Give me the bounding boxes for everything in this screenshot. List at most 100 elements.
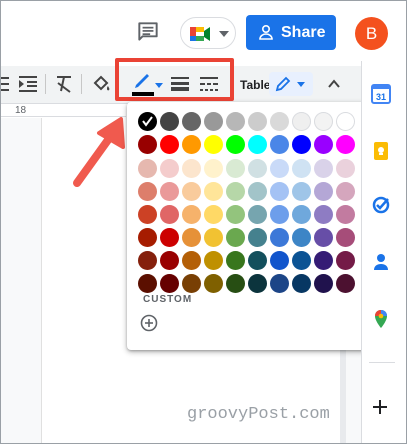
color-swatch[interactable] bbox=[336, 112, 355, 131]
color-swatch[interactable] bbox=[226, 159, 245, 178]
color-swatch[interactable] bbox=[292, 251, 311, 270]
color-swatch[interactable] bbox=[160, 135, 179, 154]
color-swatch[interactable] bbox=[226, 274, 245, 293]
color-swatch[interactable] bbox=[138, 228, 157, 247]
add-icon[interactable] bbox=[370, 397, 390, 417]
color-swatch[interactable] bbox=[336, 274, 355, 293]
color-swatch[interactable] bbox=[336, 159, 355, 178]
color-swatch[interactable] bbox=[314, 135, 333, 154]
color-swatch[interactable] bbox=[270, 205, 289, 224]
color-swatch[interactable] bbox=[336, 205, 355, 224]
color-swatch[interactable] bbox=[138, 274, 157, 293]
maps-icon[interactable] bbox=[371, 309, 391, 329]
meet-button[interactable] bbox=[180, 17, 236, 49]
color-swatch[interactable] bbox=[270, 228, 289, 247]
color-swatch[interactable] bbox=[292, 159, 311, 178]
color-swatch[interactable] bbox=[138, 182, 157, 201]
color-swatch[interactable] bbox=[248, 274, 267, 293]
color-swatch[interactable] bbox=[270, 274, 289, 293]
editing-mode-button[interactable] bbox=[269, 72, 313, 96]
color-swatch[interactable] bbox=[292, 228, 311, 247]
color-swatch[interactable] bbox=[314, 205, 333, 224]
color-swatch[interactable] bbox=[270, 112, 289, 131]
color-swatch[interactable] bbox=[226, 205, 245, 224]
color-swatch[interactable] bbox=[182, 135, 201, 154]
color-swatch[interactable] bbox=[248, 159, 267, 178]
color-swatch[interactable] bbox=[204, 228, 223, 247]
app-window: Share B Table 18 CUSTOM 31 groovyPost.co… bbox=[0, 0, 407, 444]
color-swatch[interactable] bbox=[248, 205, 267, 224]
color-swatch[interactable] bbox=[204, 135, 223, 154]
color-swatch[interactable] bbox=[160, 182, 179, 201]
color-swatch[interactable] bbox=[292, 182, 311, 201]
color-swatch[interactable] bbox=[226, 182, 245, 201]
table-options-label[interactable]: Table bbox=[240, 78, 270, 92]
color-swatch[interactable] bbox=[204, 159, 223, 178]
color-swatch[interactable] bbox=[182, 182, 201, 201]
color-swatch[interactable] bbox=[204, 251, 223, 270]
color-swatch[interactable] bbox=[336, 182, 355, 201]
color-swatch[interactable] bbox=[226, 228, 245, 247]
color-swatch[interactable] bbox=[160, 251, 179, 270]
chevron-up-icon[interactable] bbox=[327, 77, 341, 91]
color-swatch[interactable] bbox=[138, 112, 157, 131]
color-swatch[interactable] bbox=[292, 274, 311, 293]
color-swatch[interactable] bbox=[314, 112, 333, 131]
color-swatch[interactable] bbox=[248, 251, 267, 270]
color-swatch[interactable] bbox=[226, 135, 245, 154]
avatar[interactable]: B bbox=[355, 17, 388, 50]
color-swatch[interactable] bbox=[314, 274, 333, 293]
color-swatch[interactable] bbox=[292, 112, 311, 131]
color-swatch[interactable] bbox=[270, 251, 289, 270]
color-swatch[interactable] bbox=[292, 205, 311, 224]
comment-icon[interactable] bbox=[135, 19, 161, 45]
color-swatch[interactable] bbox=[314, 251, 333, 270]
contacts-icon[interactable] bbox=[371, 252, 391, 272]
color-swatch[interactable] bbox=[160, 205, 179, 224]
color-swatch[interactable] bbox=[336, 251, 355, 270]
color-swatch[interactable] bbox=[248, 182, 267, 201]
color-swatch[interactable] bbox=[138, 135, 157, 154]
color-swatch[interactable] bbox=[160, 112, 179, 131]
color-swatch[interactable] bbox=[160, 159, 179, 178]
color-swatch[interactable] bbox=[182, 251, 201, 270]
color-swatch[interactable] bbox=[292, 135, 311, 154]
color-palette-popup: CUSTOM bbox=[127, 102, 367, 350]
color-swatch[interactable] bbox=[204, 205, 223, 224]
color-swatch[interactable] bbox=[226, 112, 245, 131]
color-swatch[interactable] bbox=[314, 182, 333, 201]
color-swatch[interactable] bbox=[182, 274, 201, 293]
color-swatch[interactable] bbox=[314, 159, 333, 178]
color-swatch[interactable] bbox=[226, 251, 245, 270]
color-swatch[interactable] bbox=[182, 112, 201, 131]
color-swatch[interactable] bbox=[270, 159, 289, 178]
fill-color-icon[interactable] bbox=[91, 75, 111, 93]
color-swatch[interactable] bbox=[204, 182, 223, 201]
tasks-icon[interactable] bbox=[371, 195, 391, 215]
indent-icon[interactable] bbox=[18, 75, 38, 93]
color-swatch[interactable] bbox=[314, 228, 333, 247]
keep-icon[interactable] bbox=[371, 141, 391, 161]
color-swatch[interactable] bbox=[182, 228, 201, 247]
color-swatch[interactable] bbox=[248, 112, 267, 131]
color-swatch[interactable] bbox=[204, 112, 223, 131]
color-swatch[interactable] bbox=[160, 228, 179, 247]
color-swatch[interactable] bbox=[160, 274, 179, 293]
color-swatch[interactable] bbox=[270, 182, 289, 201]
line-spacing-icon[interactable] bbox=[1, 76, 9, 92]
color-swatch[interactable] bbox=[138, 251, 157, 270]
color-swatch[interactable] bbox=[248, 135, 267, 154]
color-swatch[interactable] bbox=[138, 205, 157, 224]
color-swatch[interactable] bbox=[138, 159, 157, 178]
color-swatch[interactable] bbox=[270, 135, 289, 154]
add-custom-color-icon[interactable] bbox=[140, 314, 158, 332]
color-swatch[interactable] bbox=[182, 205, 201, 224]
color-swatch[interactable] bbox=[336, 135, 355, 154]
color-swatch[interactable] bbox=[182, 159, 201, 178]
clear-formatting-icon[interactable] bbox=[55, 75, 73, 93]
calendar-icon[interactable]: 31 bbox=[371, 84, 391, 104]
color-swatch[interactable] bbox=[336, 228, 355, 247]
color-swatch[interactable] bbox=[248, 228, 267, 247]
color-swatch[interactable] bbox=[204, 274, 223, 293]
share-button[interactable]: Share bbox=[246, 15, 336, 50]
